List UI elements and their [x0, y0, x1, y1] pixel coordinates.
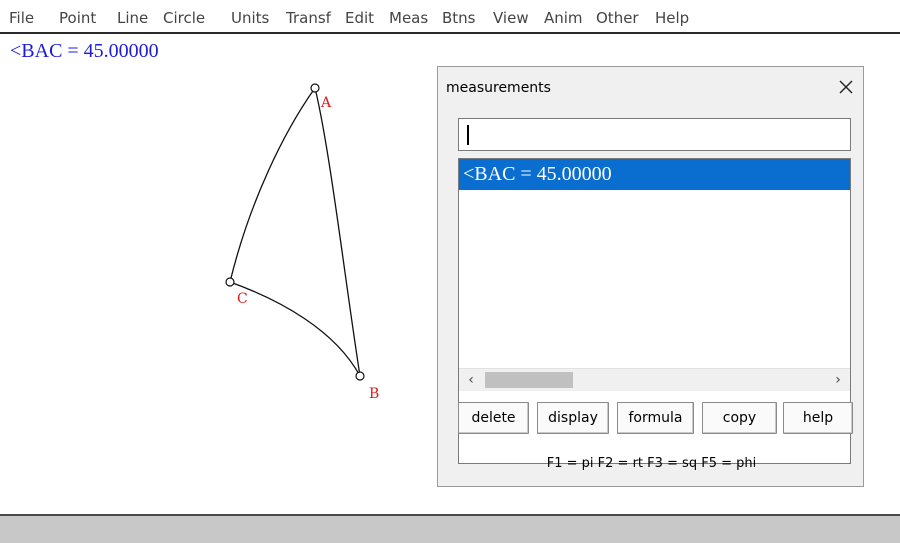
point-b-label: B — [369, 386, 379, 402]
point-a-label: A — [320, 95, 332, 111]
delete-button[interactable]: delete — [458, 402, 529, 434]
point-a[interactable] — [310, 83, 320, 93]
dialog-title: measurements — [446, 80, 551, 96]
formula-input[interactable] — [458, 118, 851, 151]
close-icon[interactable] — [836, 77, 856, 97]
copy-button[interactable]: copy — [702, 402, 777, 434]
point-c-label: C — [237, 291, 248, 307]
measurements-dialog: measurements <BAC = 45.00000 ‹ › delete … — [437, 66, 864, 487]
list-item-selected[interactable]: <BAC = 45.00000 — [459, 159, 850, 190]
scroll-right-icon[interactable]: › — [828, 369, 848, 391]
point-b[interactable] — [355, 371, 365, 381]
horizontal-scrollbar[interactable]: ‹ › — [459, 368, 850, 391]
text-caret — [467, 125, 469, 145]
display-button[interactable]: display — [537, 402, 609, 434]
segment-ab[interactable] — [314, 87, 361, 377]
point-c[interactable] — [225, 277, 235, 287]
scroll-left-icon[interactable]: ‹ — [461, 369, 481, 391]
status-bar — [0, 514, 900, 543]
segment-cb[interactable] — [229, 281, 361, 377]
segment-ac[interactable] — [229, 87, 316, 283]
formula-button[interactable]: formula — [617, 402, 694, 434]
help-button[interactable]: help — [783, 402, 853, 434]
function-keys-hint: F1 = pi F2 = rt F3 = sq F5 = phi — [546, 456, 757, 471]
scroll-thumb[interactable] — [485, 372, 573, 388]
